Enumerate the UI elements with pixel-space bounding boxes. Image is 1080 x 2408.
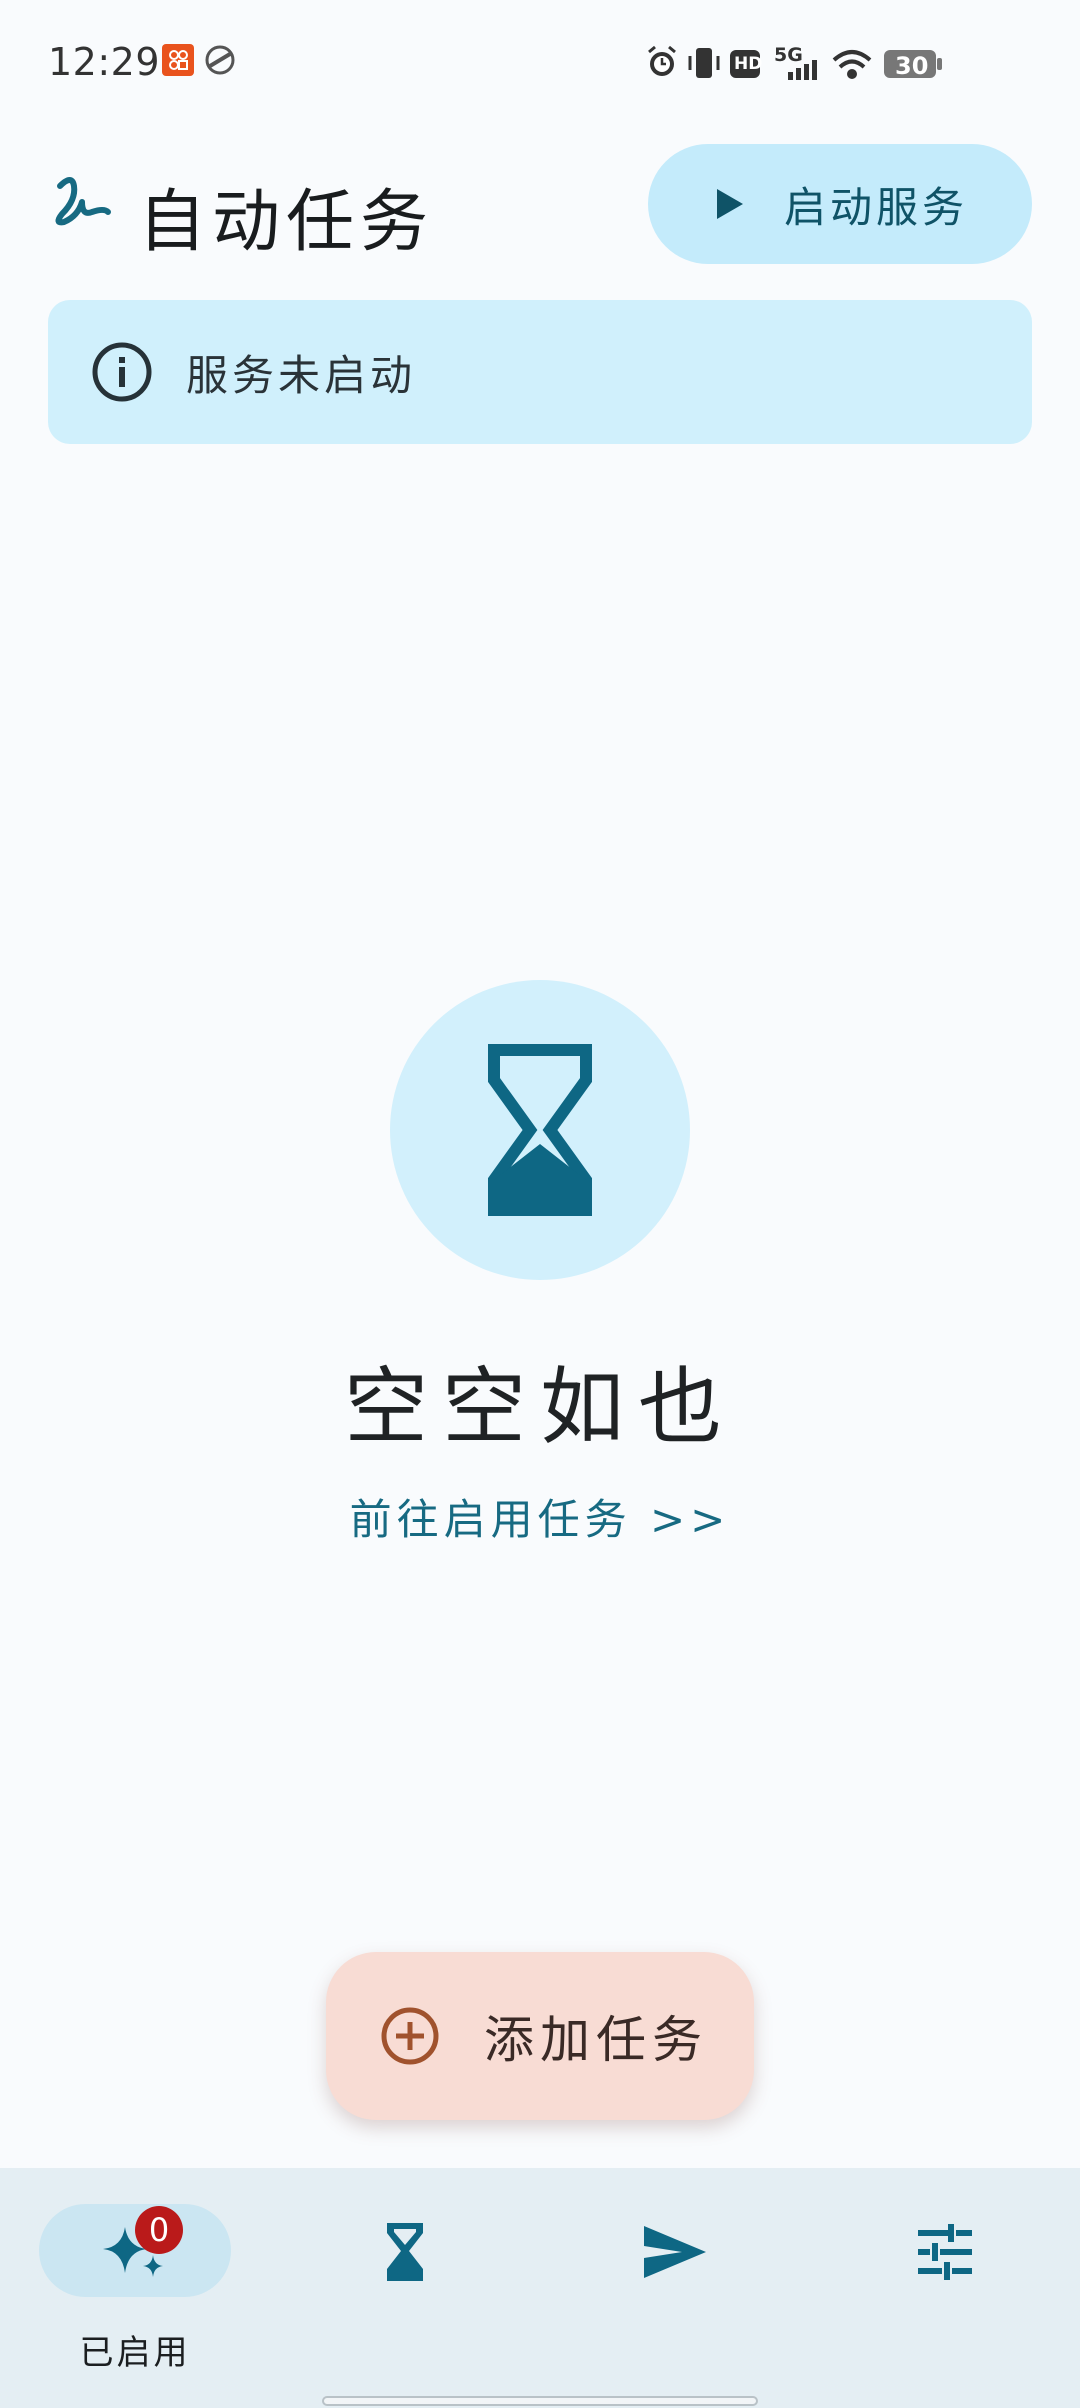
status-bar: 12:29 HD 5G 30	[0, 0, 1080, 130]
sync-icon	[205, 45, 235, 75]
hd-label: HD	[734, 54, 763, 74]
start-service-button[interactable]: 启动服务	[648, 144, 1032, 264]
nav-pill-active: 0	[39, 2204, 231, 2297]
nav-pill	[309, 2204, 501, 2300]
nav-item-settings[interactable]	[849, 2204, 1041, 2374]
empty-state-illustration	[390, 980, 690, 1280]
screen: 12:29 HD 5G 30 自动任务 启动服务 服务未启动 空空如也 前往启用…	[0, 0, 1080, 2408]
enabled-count-badge: 0	[135, 2206, 183, 2254]
notification-app-icon	[162, 44, 194, 76]
play-icon	[717, 189, 743, 219]
nav-pill	[579, 2204, 771, 2300]
page-title: 自动任务	[138, 183, 435, 262]
alarm-icon	[648, 45, 676, 76]
service-status-text: 服务未启动	[186, 350, 417, 400]
add-circle-icon	[381, 2007, 439, 2065]
service-status-banner: 服务未启动	[48, 300, 1032, 444]
nav-pill	[849, 2204, 1041, 2300]
tune-icon	[918, 2224, 972, 2280]
add-task-button[interactable]: 添加任务	[326, 1952, 754, 2120]
empty-state-title: 空空如也	[343, 1358, 736, 1456]
send-icon	[644, 2226, 706, 2278]
vibrate-icon	[688, 48, 720, 78]
wifi-icon	[832, 50, 872, 79]
status-time: 12:29	[48, 40, 161, 84]
nav-item-enabled[interactable]: 0 已启用	[39, 2204, 231, 2374]
go-enable-tasks-link[interactable]: 前往启用任务 >>	[0, 1486, 1080, 1547]
home-indicator[interactable]	[322, 2396, 758, 2406]
battery-level: 30	[895, 52, 929, 80]
bottom-navigation: 0 已启用	[0, 2168, 1080, 2408]
app-logo-icon	[55, 177, 111, 226]
add-task-label: 添加任务	[484, 2012, 708, 2068]
nav-label-enabled: 已启用	[79, 2333, 191, 2373]
nav-item-waiting[interactable]	[309, 2204, 501, 2374]
hourglass-icon	[488, 1044, 592, 1216]
network-label: 5G	[774, 44, 803, 66]
nav-item-send[interactable]	[579, 2204, 771, 2374]
start-service-label: 启动服务	[784, 183, 969, 231]
info-icon	[92, 342, 152, 402]
hourglass-icon	[387, 2223, 423, 2281]
